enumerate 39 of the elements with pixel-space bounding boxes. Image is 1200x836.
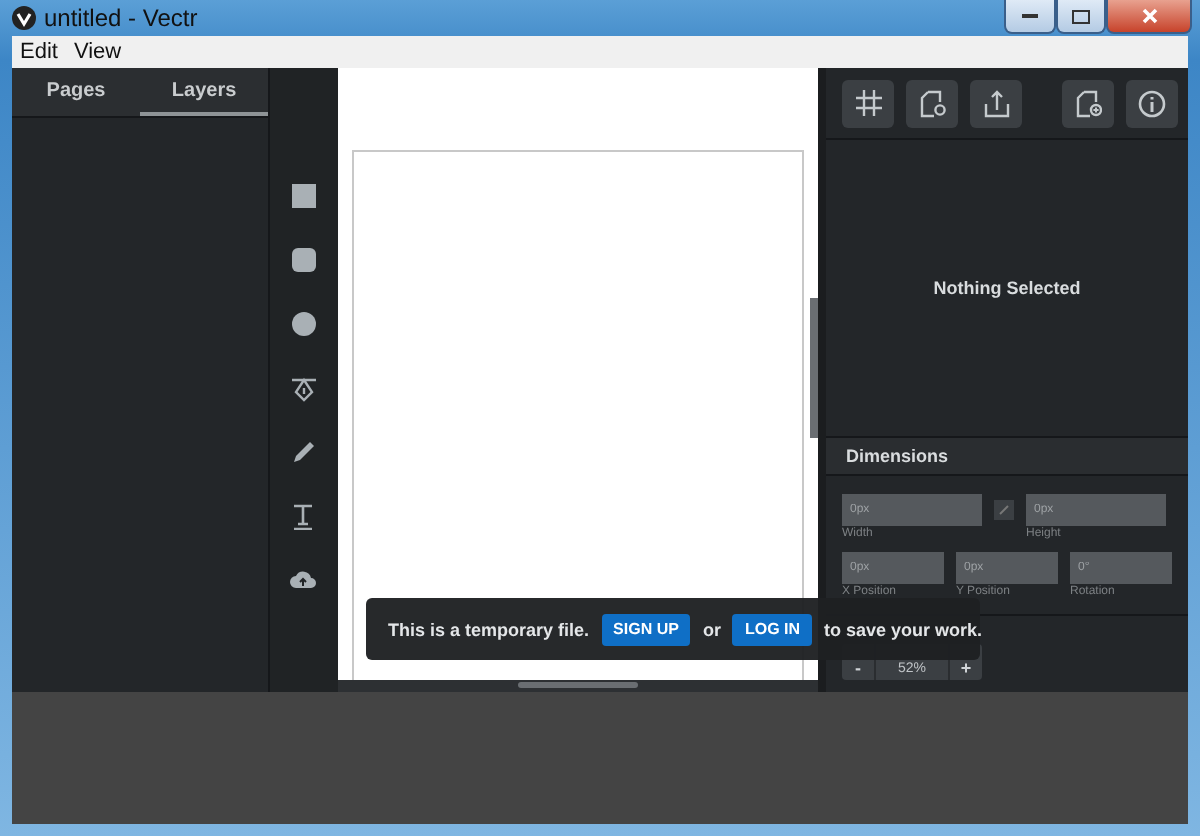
toolbar-button[interactable] (906, 79, 958, 127)
window-title: untitled - Vectr (44, 4, 200, 32)
toolbar-button[interactable] (970, 79, 1022, 127)
scrollbar-thumb[interactable] (810, 298, 818, 438)
share-icon (983, 89, 1009, 117)
pen-tool-icon (291, 375, 316, 401)
rounded-square-icon (291, 248, 316, 272)
maximize-button[interactable] (1056, 0, 1106, 34)
sign-up-button[interactable]: SIGN UP (601, 613, 691, 645)
section-title: Dimensions (846, 446, 949, 466)
selection-status: Nothing Selected (933, 278, 1081, 298)
close-button[interactable] (1106, 0, 1192, 34)
toast-text: to save your work. (824, 619, 983, 639)
toolbar-button[interactable] (842, 79, 894, 127)
app-logo-icon (12, 6, 36, 30)
zoom-out-button[interactable]: - (842, 644, 874, 680)
toast-message: This is a temporary file. (388, 619, 590, 639)
scrollbar-thumb[interactable] (517, 682, 638, 688)
circle-icon (291, 312, 316, 336)
grid-icon (855, 90, 881, 116)
maximize-icon (1072, 9, 1090, 23)
menu-item[interactable]: Edit (20, 40, 58, 64)
log-in-button[interactable]: LOG IN (732, 613, 813, 645)
square-icon (291, 184, 316, 208)
minimize-button[interactable] (1004, 0, 1056, 34)
minimize-icon (1022, 13, 1038, 19)
toolbar-button[interactable] (1126, 79, 1178, 127)
toast-text: or (702, 619, 721, 639)
page-settings-icon (919, 89, 945, 117)
toolbar-button[interactable] (1062, 79, 1114, 127)
info-icon (1138, 89, 1166, 117)
menu-item[interactable]: View (73, 40, 122, 64)
pencil-icon (291, 440, 316, 464)
cloud-upload-icon (290, 570, 317, 590)
panel-tab[interactable]: Pages (12, 68, 141, 116)
text-icon (292, 503, 315, 529)
zoom-in-button[interactable]: + (950, 644, 982, 680)
close-icon (1141, 8, 1157, 24)
add-page-icon (1075, 89, 1101, 117)
